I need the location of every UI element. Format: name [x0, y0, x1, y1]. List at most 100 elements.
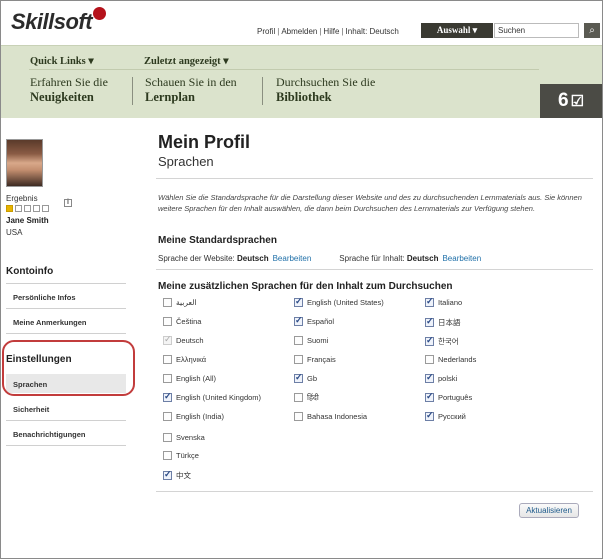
- update-button[interactable]: Aktualisieren: [519, 503, 579, 518]
- language-option[interactable]: Suomi: [294, 335, 329, 346]
- language-option[interactable]: polski: [425, 372, 457, 384]
- language-checkbox[interactable]: [163, 432, 172, 442]
- nav-separator: [132, 77, 133, 105]
- language-label: Nederlands: [438, 355, 477, 364]
- user-name: Jane Smith: [6, 216, 49, 225]
- language-checkbox[interactable]: [163, 411, 172, 421]
- skillsoft-logo[interactable]: Skillsoft: [11, 7, 107, 35]
- recent-dropdown[interactable]: Zuletzt angezeigt ▾: [144, 55, 229, 67]
- content-language-value: Deutsch: [406, 254, 439, 263]
- language-checkbox[interactable]: [294, 296, 303, 307]
- language-option[interactable]: English (All): [163, 373, 216, 384]
- quick-links-dropdown[interactable]: Quick Links ▾: [30, 55, 94, 67]
- sidebar-item-notifications[interactable]: Benachrichtigungen: [13, 430, 86, 439]
- auswahl-dropdown[interactable]: Auswahl ▾: [421, 23, 493, 38]
- language-checkbox[interactable]: [425, 354, 434, 364]
- divider: [6, 445, 126, 446]
- language-label: English (United Kingdom): [176, 393, 262, 402]
- language-option[interactable]: Русский: [425, 410, 466, 422]
- language-checkbox[interactable]: [163, 450, 172, 460]
- language-checkbox[interactable]: [425, 372, 434, 383]
- language-label: Deutsch: [176, 336, 204, 345]
- language-label: Español: [307, 317, 335, 326]
- language-checkbox[interactable]: [163, 469, 172, 480]
- star-icon: [24, 205, 31, 212]
- sidebar-item-personal-info[interactable]: Persönliche Infos: [13, 293, 76, 302]
- language-option[interactable]: العربية: [163, 297, 197, 308]
- divider: [6, 420, 126, 421]
- logout-link[interactable]: Abmelden: [281, 27, 317, 36]
- search-input[interactable]: Suchen: [494, 23, 579, 38]
- extra-languages-heading: Meine zusätzlichen Sprachen für den Inha…: [158, 281, 453, 292]
- language-option[interactable]: Português: [425, 391, 472, 403]
- language-label: Čeština: [176, 317, 202, 326]
- language-checkbox[interactable]: [294, 372, 303, 383]
- divider: [6, 333, 126, 334]
- language-option[interactable]: Svenska: [163, 432, 205, 443]
- language-label: Suomi: [307, 336, 329, 345]
- nav-item-library[interactable]: Durchsuchen Sie die Bibliothek: [276, 75, 375, 105]
- language-option[interactable]: Türkçe: [163, 450, 199, 461]
- divider: [156, 491, 593, 492]
- profile-link[interactable]: Profil: [257, 27, 275, 36]
- site-language-value: Deutsch: [237, 254, 269, 263]
- nav-item-news[interactable]: Erfahren Sie die Neuigkeiten: [30, 75, 108, 105]
- sidebar-item-security[interactable]: Sicherheit: [13, 405, 49, 414]
- language-checkbox[interactable]: [294, 335, 303, 345]
- language-option[interactable]: Nederlands: [425, 354, 477, 365]
- language-option[interactable]: English (United Kingdom): [163, 391, 262, 403]
- sidebar-item-notes[interactable]: Meine Anmerkungen: [13, 318, 86, 327]
- nav-divider: [29, 69, 539, 70]
- search-icon: ⌕: [589, 25, 595, 36]
- language-checkbox[interactable]: [163, 297, 172, 307]
- language-option[interactable]: 中文: [163, 469, 191, 481]
- language-checkbox[interactable]: [163, 391, 172, 402]
- assignment-counter[interactable]: 6 ☑: [540, 84, 602, 118]
- language-option[interactable]: Bahasa Indonesia: [294, 411, 367, 422]
- language-label: Gb: [307, 374, 318, 383]
- language-option[interactable]: 日本語: [425, 316, 461, 328]
- language-checkbox[interactable]: [163, 354, 172, 364]
- language-checkbox[interactable]: [163, 373, 172, 383]
- content-language-link[interactable]: Inhalt: Deutsch: [346, 27, 399, 36]
- language-option[interactable]: English (India): [163, 411, 224, 422]
- checklist-icon: ☑: [570, 93, 585, 110]
- language-checkbox[interactable]: [163, 316, 172, 326]
- nav-item-learning-plan[interactable]: Schauen Sie in den Lernplan: [145, 75, 237, 105]
- search-button[interactable]: ⌕: [584, 23, 600, 38]
- language-checkbox[interactable]: [425, 316, 434, 327]
- edit-content-language-link[interactable]: Bearbeiten: [442, 254, 481, 263]
- language-checkbox[interactable]: [425, 335, 434, 346]
- language-option[interactable]: Čeština: [163, 316, 202, 327]
- language-option[interactable]: Español: [294, 315, 335, 327]
- language-checkbox[interactable]: [294, 354, 303, 364]
- language-option[interactable]: 한국어: [425, 335, 459, 347]
- language-option[interactable]: Ελληνικά: [163, 354, 206, 365]
- language-label: 한국어: [438, 337, 459, 346]
- page-subtitle: Sprachen: [158, 154, 214, 169]
- language-label: English (United States): [307, 298, 384, 307]
- help-link[interactable]: Hilfe: [323, 27, 339, 36]
- edit-site-language-link[interactable]: Bearbeiten: [273, 254, 312, 263]
- language-checkbox[interactable]: [425, 296, 434, 307]
- standard-languages-heading: Meine Standardsprachen: [158, 235, 277, 246]
- divider: [156, 178, 593, 179]
- language-option[interactable]: English (United States): [294, 296, 384, 308]
- language-label: English (India): [176, 412, 224, 421]
- language-option[interactable]: Deutsch: [163, 334, 204, 346]
- language-option[interactable]: Français: [294, 354, 336, 365]
- language-option[interactable]: हिंदी: [294, 392, 319, 403]
- language-option[interactable]: Italiano: [425, 296, 462, 308]
- page-title: Mein Profil: [158, 132, 251, 152]
- language-checkbox[interactable]: [425, 391, 434, 402]
- language-checkbox[interactable]: [294, 411, 303, 421]
- language-option[interactable]: Gb: [294, 372, 318, 384]
- info-icon[interactable]: i: [64, 199, 72, 207]
- language-label: हिंदी: [307, 393, 319, 402]
- account-heading: Kontoinfo: [6, 266, 54, 277]
- language-checkbox[interactable]: [294, 315, 303, 326]
- divider: [6, 283, 126, 284]
- language-checkbox[interactable]: [425, 410, 434, 421]
- language-label: العربية: [176, 298, 197, 307]
- language-checkbox[interactable]: [294, 392, 303, 402]
